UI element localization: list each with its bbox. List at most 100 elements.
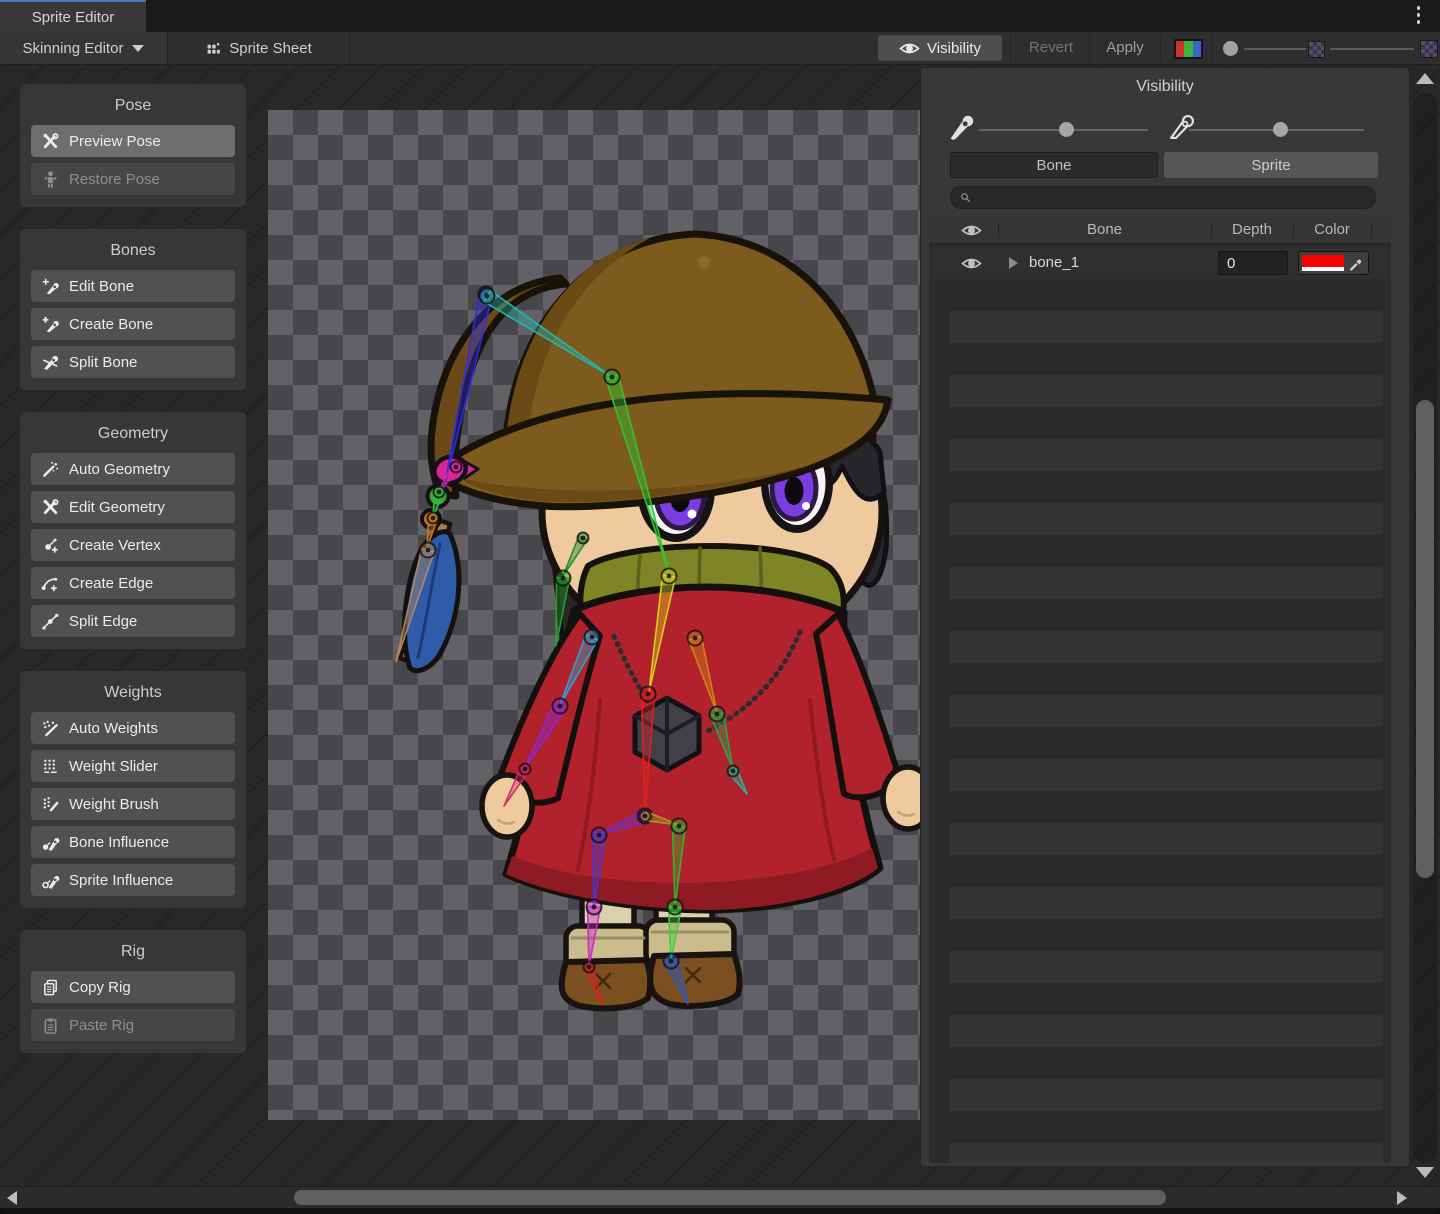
vertical-scrollbar-thumb[interactable] bbox=[1416, 400, 1434, 878]
dots-wand-icon bbox=[41, 719, 60, 738]
zebra-row bbox=[949, 279, 1383, 311]
bone-split-icon bbox=[41, 353, 60, 372]
separator bbox=[1211, 34, 1212, 62]
opacity-slider-track-2[interactable] bbox=[1330, 48, 1414, 50]
edge-split-icon bbox=[41, 612, 60, 631]
edge-create-icon bbox=[41, 574, 60, 593]
copy-rig-label: Copy Rig bbox=[69, 979, 131, 996]
sprite-influence-button[interactable]: Sprite Influence bbox=[31, 864, 235, 896]
expand-arrow-icon[interactable] bbox=[1009, 257, 1018, 269]
bone-influence-button[interactable]: Bone Influence bbox=[31, 826, 235, 858]
create-edge-label: Create Edge bbox=[69, 575, 153, 592]
create-vertex-label: Create Vertex bbox=[69, 537, 161, 554]
opacity-slider-knob[interactable] bbox=[1223, 41, 1238, 56]
tool-group-rig: RigCopy RigPaste Rig bbox=[19, 929, 247, 1054]
scroll-up-arrow[interactable] bbox=[1416, 73, 1434, 84]
create-vertex-button[interactable]: Create Vertex bbox=[31, 529, 235, 561]
bone-influence-label: Bone Influence bbox=[69, 834, 169, 851]
zebra-row bbox=[949, 695, 1383, 727]
apply-button[interactable]: Apply bbox=[1092, 32, 1158, 64]
toolbar: Skinning Editor Sprite Sheet Visibility … bbox=[0, 32, 1440, 65]
crossed-tools-icon bbox=[41, 498, 60, 517]
skinning-editor-dropdown[interactable]: Skinning Editor bbox=[0, 32, 168, 64]
group-title-bones: Bones bbox=[31, 239, 235, 263]
horizontal-scrollbar-thumb[interactable] bbox=[294, 1190, 1166, 1205]
bone-row[interactable]: bone_1 bbox=[929, 247, 1391, 279]
zebra-row bbox=[949, 823, 1383, 855]
checker-swatch-icon-2[interactable] bbox=[1420, 40, 1438, 58]
tab-sprite[interactable]: Sprite bbox=[1164, 152, 1378, 178]
split-bone-button[interactable]: Split Bone bbox=[31, 346, 235, 378]
bone-name[interactable]: bone_1 bbox=[1029, 247, 1079, 279]
bone-create-icon bbox=[41, 315, 60, 334]
search-input[interactable] bbox=[978, 189, 1367, 207]
column-header-depth[interactable]: Depth bbox=[1211, 216, 1293, 244]
chevron-down-icon bbox=[132, 45, 144, 52]
eye-icon bbox=[899, 38, 920, 59]
crossed-tools-icon bbox=[41, 132, 60, 151]
opacity-slider-track[interactable] bbox=[1244, 48, 1306, 50]
scroll-right-arrow[interactable] bbox=[1397, 1191, 1407, 1205]
character-canvas bbox=[268, 110, 920, 1120]
edit-geometry-button[interactable]: Edit Geometry bbox=[31, 491, 235, 523]
paste-icon bbox=[41, 1016, 60, 1035]
bone-color-field[interactable] bbox=[1298, 251, 1369, 275]
zebra-row bbox=[949, 951, 1383, 983]
eye-icon[interactable] bbox=[961, 253, 982, 274]
bone-opacity-slider-knob[interactable] bbox=[1059, 122, 1074, 137]
column-header-color[interactable]: Color bbox=[1293, 216, 1371, 244]
edit-bone-button[interactable]: Edit Bone bbox=[31, 270, 235, 302]
zebra-row bbox=[949, 727, 1383, 759]
scroll-left-arrow[interactable] bbox=[7, 1191, 17, 1205]
kebab-menu-icon[interactable] bbox=[1417, 6, 1421, 24]
zebra-row bbox=[949, 663, 1383, 695]
bone-edit-icon bbox=[41, 277, 60, 296]
horizontal-scrollbar[interactable] bbox=[0, 1186, 1440, 1208]
eye-icon[interactable] bbox=[961, 220, 982, 241]
sprite-opacity-slider-knob[interactable] bbox=[1273, 122, 1288, 137]
weight-slider-button[interactable]: Weight Slider bbox=[31, 750, 235, 782]
tab-sprite-editor[interactable]: Sprite Editor bbox=[0, 0, 146, 32]
restore-pose-label: Restore Pose bbox=[69, 171, 160, 188]
rgb-channels-icon[interactable] bbox=[1174, 39, 1203, 59]
column-header-bone[interactable]: Bone bbox=[998, 216, 1211, 244]
zebra-row bbox=[949, 535, 1383, 567]
scroll-down-arrow[interactable] bbox=[1416, 1167, 1434, 1178]
vertex-create-icon bbox=[41, 536, 60, 555]
paste-rig-button: Paste Rig bbox=[31, 1009, 235, 1041]
create-bone-label: Create Bone bbox=[69, 316, 153, 333]
weight-brush-button[interactable]: Weight Brush bbox=[31, 788, 235, 820]
eyedropper-icon[interactable] bbox=[1347, 254, 1365, 272]
sprite-sheet-button[interactable]: Sprite Sheet bbox=[168, 32, 350, 64]
create-edge-button[interactable]: Create Edge bbox=[31, 567, 235, 599]
split-edge-button[interactable]: Split Edge bbox=[31, 605, 235, 637]
checker-swatch-icon[interactable] bbox=[1308, 41, 1325, 58]
copy-rig-button[interactable]: Copy Rig bbox=[31, 971, 235, 1003]
preview-pose-button[interactable]: Preview Pose bbox=[31, 125, 235, 157]
visibility-panel: Visibility Bone Sprite Bone Depth bbox=[920, 67, 1410, 1167]
zebra-row bbox=[949, 567, 1383, 599]
zebra-row bbox=[949, 887, 1383, 919]
window-bottom-edge bbox=[0, 1208, 1440, 1214]
bone-color-swatch[interactable] bbox=[1302, 255, 1344, 267]
sprite-influence-label: Sprite Influence bbox=[69, 872, 173, 889]
sprite-sheet-label: Sprite Sheet bbox=[229, 40, 312, 57]
visibility-toggle-button[interactable]: Visibility bbox=[878, 35, 1002, 61]
bone-list: Bone Depth Color bone_1 bbox=[929, 216, 1391, 1163]
preview-pose-label: Preview Pose bbox=[69, 133, 161, 150]
group-title-geometry: Geometry bbox=[31, 422, 235, 446]
auto-geometry-button[interactable]: Auto Geometry bbox=[31, 453, 235, 485]
person-icon bbox=[41, 170, 60, 189]
depth-input[interactable] bbox=[1218, 251, 1288, 275]
zebra-row bbox=[949, 759, 1383, 791]
create-bone-button[interactable]: Create Bone bbox=[31, 308, 235, 340]
zebra-row bbox=[949, 375, 1383, 407]
tab-bone[interactable]: Bone bbox=[950, 152, 1158, 178]
zebra-row bbox=[949, 983, 1383, 1015]
visibility-label: Visibility bbox=[927, 40, 981, 57]
sprite-editor-window: Sprite Editor Skinning Editor Sprite She… bbox=[0, 0, 1440, 1214]
zebra-row bbox=[949, 1047, 1383, 1079]
auto-weights-button[interactable]: Auto Weights bbox=[31, 712, 235, 744]
zebra-row bbox=[949, 471, 1383, 503]
bone-color-alpha-bar bbox=[1302, 267, 1344, 271]
